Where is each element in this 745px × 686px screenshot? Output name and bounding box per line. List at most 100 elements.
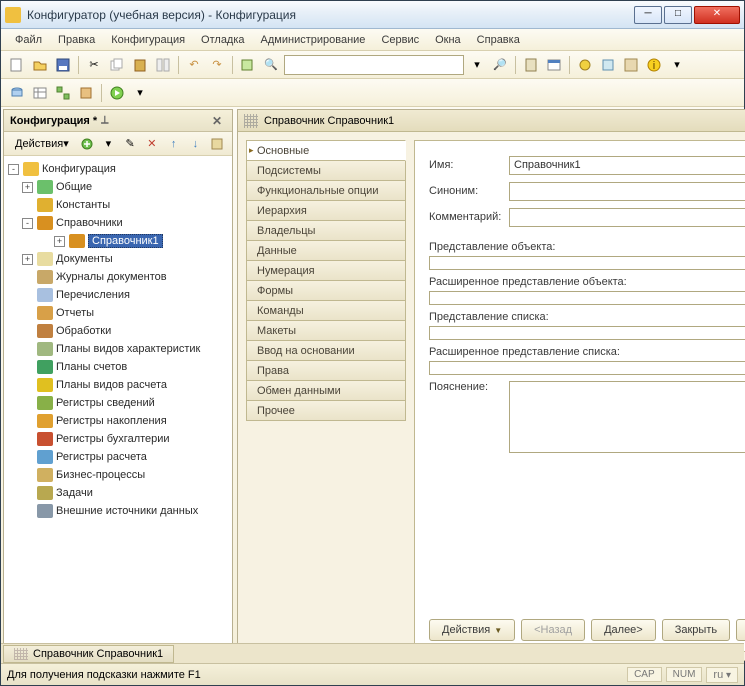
editor-tab[interactable]: Ввод на основании: [246, 340, 406, 361]
editor-tab[interactable]: Макеты: [246, 320, 406, 341]
explanation-field[interactable]: [509, 381, 745, 453]
cut-icon[interactable]: ✂: [84, 55, 104, 75]
help-button[interactable]: Справка: [736, 619, 745, 641]
copy-icon[interactable]: [107, 55, 127, 75]
add-icon[interactable]: [78, 134, 96, 154]
name-field[interactable]: [509, 156, 745, 175]
editor-tab[interactable]: Функциональные опции: [246, 180, 406, 201]
tree-item[interactable]: -Конфигурация: [6, 160, 230, 178]
tree-item[interactable]: Регистры сведений: [6, 394, 230, 412]
tree-item[interactable]: Отчеты: [6, 304, 230, 322]
grip-icon[interactable]: [244, 114, 258, 128]
editor-tab[interactable]: Прочее: [246, 400, 406, 421]
pin-icon[interactable]: ⟂: [97, 114, 112, 127]
editor-tab[interactable]: Команды: [246, 300, 406, 321]
editor-tab[interactable]: Обмен данными: [246, 380, 406, 401]
expander-icon[interactable]: +: [22, 182, 33, 193]
ext-obj-repr-field[interactable]: [429, 291, 745, 305]
menu-edit[interactable]: Правка: [50, 32, 103, 48]
minimize-button[interactable]: ─: [634, 6, 662, 24]
calendar-icon[interactable]: [544, 55, 564, 75]
search-icon[interactable]: 🔍: [261, 55, 281, 75]
expander-icon[interactable]: +: [22, 254, 33, 265]
tree-item[interactable]: Регистры бухгалтерии: [6, 430, 230, 448]
tree-item[interactable]: Константы: [6, 196, 230, 214]
undo-icon[interactable]: ↶: [184, 55, 204, 75]
db-icon[interactable]: [7, 83, 27, 103]
tree-item[interactable]: Перечисления: [6, 286, 230, 304]
help-dd-icon[interactable]: ▾: [667, 55, 687, 75]
tree-item[interactable]: Регистры расчета: [6, 448, 230, 466]
tree-item[interactable]: Задачи: [6, 484, 230, 502]
help-icon[interactable]: i: [644, 55, 664, 75]
table-icon[interactable]: [30, 83, 50, 103]
close-button[interactable]: ✕: [694, 6, 740, 24]
menu-help[interactable]: Справка: [469, 32, 528, 48]
edit-icon[interactable]: ✎: [121, 134, 139, 154]
tree-item[interactable]: +Документы: [6, 250, 230, 268]
tree-item[interactable]: Планы видов расчета: [6, 376, 230, 394]
titlebar[interactable]: Конфигуратор (учебная версия) - Конфигур…: [1, 1, 744, 29]
tree-item[interactable]: Регистры накопления: [6, 412, 230, 430]
search-go-icon[interactable]: 🔎: [490, 55, 510, 75]
props-icon[interactable]: [598, 55, 618, 75]
tree-item[interactable]: -Справочники: [6, 214, 230, 232]
maximize-button[interactable]: □: [664, 6, 692, 24]
menu-config[interactable]: Конфигурация: [103, 32, 193, 48]
search-dd-icon[interactable]: ▾: [467, 55, 487, 75]
list-repr-field[interactable]: [429, 326, 745, 340]
synonym-field[interactable]: [509, 182, 745, 201]
sort-icon[interactable]: [208, 134, 226, 154]
ext-list-repr-field[interactable]: [429, 361, 745, 375]
open-icon[interactable]: [30, 55, 50, 75]
menu-file[interactable]: Файл: [7, 32, 50, 48]
panel-close-icon[interactable]: ✕: [208, 114, 226, 128]
menu-service[interactable]: Сервис: [373, 32, 427, 48]
run-dd-icon[interactable]: ▾: [130, 83, 150, 103]
redo-icon[interactable]: ↷: [207, 55, 227, 75]
tree-item[interactable]: Планы счетов: [6, 358, 230, 376]
paste-icon[interactable]: [130, 55, 150, 75]
close-editor-button[interactable]: Закрыть: [662, 619, 730, 641]
run-icon[interactable]: [107, 83, 127, 103]
tree2-icon[interactable]: [53, 83, 73, 103]
tree-item[interactable]: Журналы документов: [6, 268, 230, 286]
search-input[interactable]: [284, 55, 464, 75]
editor-tab[interactable]: Права: [246, 360, 406, 381]
tree-icon[interactable]: [621, 55, 641, 75]
tree-item[interactable]: +Справочник1: [6, 232, 230, 250]
tree-item[interactable]: Внешние источники данных: [6, 502, 230, 520]
tree-item[interactable]: +Общие: [6, 178, 230, 196]
editor-tab[interactable]: Иерархия: [246, 200, 406, 221]
expander-icon[interactable]: -: [8, 164, 19, 175]
actions-dropdown[interactable]: Действия ▾: [10, 135, 74, 153]
find-config-icon[interactable]: [238, 55, 258, 75]
actions-button[interactable]: Действия▼: [429, 619, 515, 641]
editor-tab[interactable]: Основные: [246, 140, 406, 161]
menu-debug[interactable]: Отладка: [193, 32, 252, 48]
editor-tab[interactable]: Владельцы: [246, 220, 406, 241]
save-icon[interactable]: [53, 55, 73, 75]
next-button[interactable]: Далее>: [591, 619, 656, 641]
up-icon[interactable]: ↑: [165, 134, 183, 154]
delete-icon[interactable]: ✕: [143, 134, 161, 154]
obj-repr-field[interactable]: [429, 256, 745, 270]
expander-icon[interactable]: +: [54, 236, 65, 247]
editor-tab[interactable]: Нумерация: [246, 260, 406, 281]
config-tree[interactable]: -Конфигурация+ОбщиеКонстанты-Справочники…: [4, 156, 232, 660]
data-icon[interactable]: [76, 83, 96, 103]
expander-icon[interactable]: -: [22, 218, 33, 229]
new-icon[interactable]: [7, 55, 27, 75]
tree-item[interactable]: Бизнес-процессы: [6, 466, 230, 484]
tree-item[interactable]: Обработки: [6, 322, 230, 340]
editor-tab[interactable]: Формы: [246, 280, 406, 301]
down-icon[interactable]: ↓: [186, 134, 204, 154]
back-button[interactable]: <Назад: [521, 619, 585, 641]
status-lang[interactable]: ru ▾: [706, 667, 738, 683]
object-editor-titlebar[interactable]: Справочник Справочник1 _ □ ✕: [238, 110, 745, 132]
window-tab[interactable]: Справочник Справочник1: [3, 645, 174, 663]
syntax-icon[interactable]: [575, 55, 595, 75]
menu-admin[interactable]: Администрирование: [253, 32, 374, 48]
compare-icon[interactable]: [153, 55, 173, 75]
tree-item[interactable]: Планы видов характеристик: [6, 340, 230, 358]
